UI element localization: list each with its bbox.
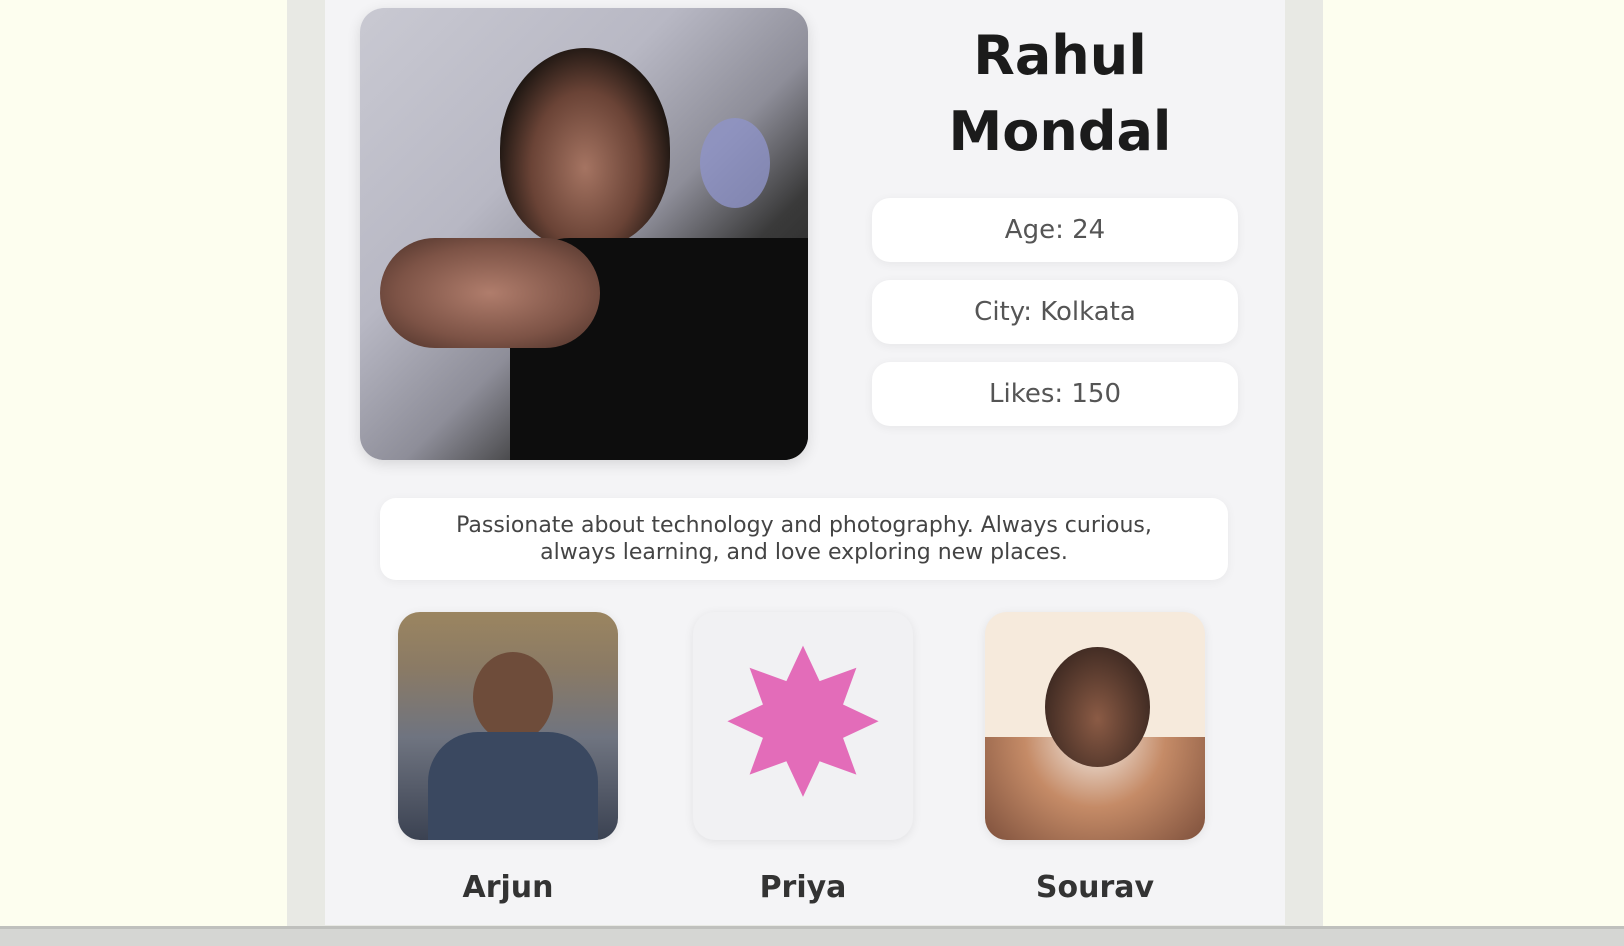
star-icon: ✸ <box>719 612 887 840</box>
photo-person-head <box>500 48 670 248</box>
friend-head <box>473 652 553 742</box>
bio-line-2: always learning, and love exploring new … <box>540 540 1068 565</box>
info-pill-city: City: Kolkata <box>872 280 1238 344</box>
bio-box: Passionate about technology and photogra… <box>380 498 1228 580</box>
profile-name: Rahul Mondal <box>870 18 1250 170</box>
horizontal-scrollbar[interactable] <box>0 926 1624 946</box>
profile-last-name: Mondal <box>948 100 1172 163</box>
profile-photo[interactable] <box>360 8 808 460</box>
friend-card-1[interactable]: Arjun <box>393 612 623 905</box>
bio-line-1: Passionate about technology and photogra… <box>456 513 1152 538</box>
friend-name[interactable]: Sourav <box>980 870 1210 905</box>
friend-body <box>428 732 598 840</box>
info-pill-age: Age: 24 <box>872 198 1238 262</box>
photo-background-detail <box>700 118 770 208</box>
photo-person-hands <box>380 238 600 348</box>
friend-name[interactable]: Priya <box>688 870 918 905</box>
friend-photo[interactable] <box>398 612 618 840</box>
profile-first-name: Rahul <box>973 24 1147 87</box>
friend-name[interactable]: Arjun <box>393 870 623 905</box>
info-pill-likes: Likes: 150 <box>872 362 1238 426</box>
friend-card-2[interactable]: ✸ Priya <box>688 612 918 905</box>
friend-photo[interactable] <box>985 612 1205 840</box>
friend-head <box>1045 647 1150 767</box>
friend-photo[interactable]: ✸ <box>693 612 913 840</box>
friend-card-3[interactable]: Sourav <box>980 612 1210 905</box>
